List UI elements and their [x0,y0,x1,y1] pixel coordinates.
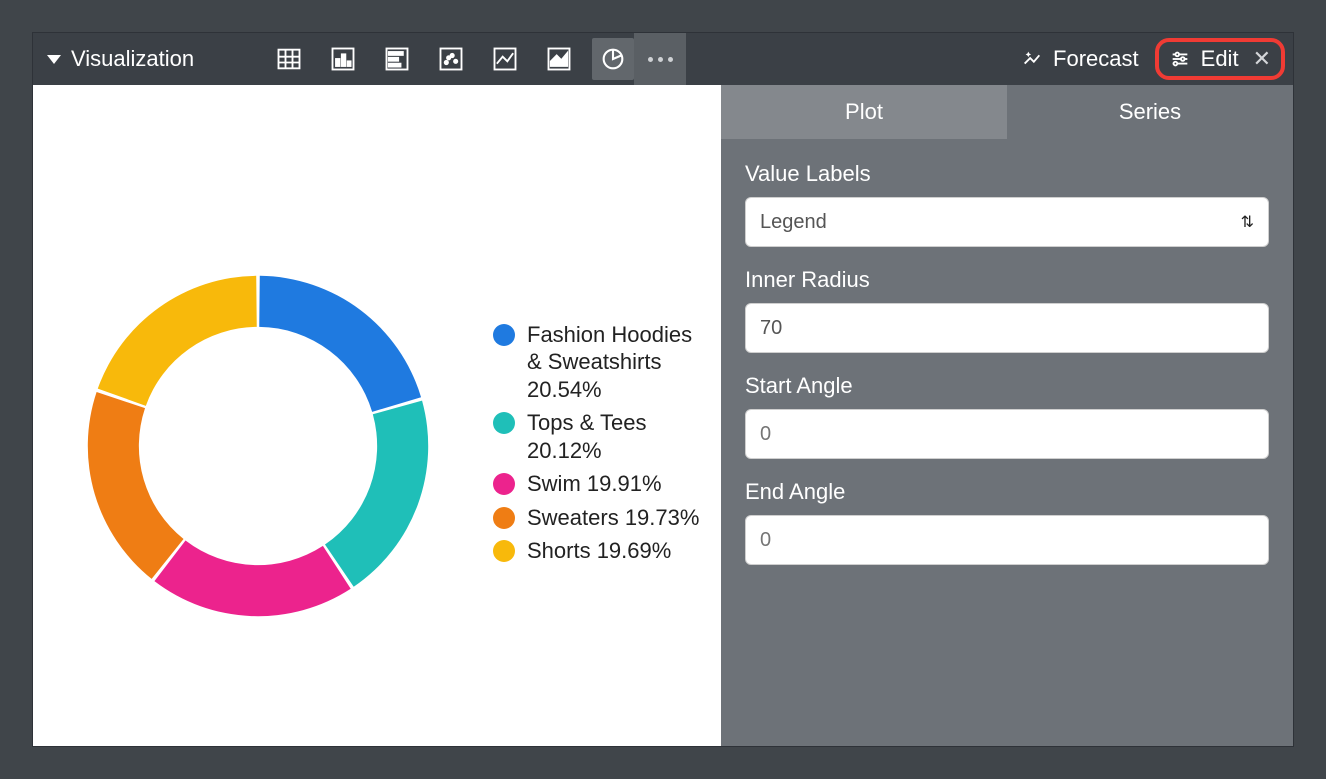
panel-title: Visualization [71,46,194,72]
tune-icon [1169,48,1191,70]
legend-item[interactable]: Swim 19.91% [493,470,703,498]
tab-plot-label: Plot [845,99,883,125]
vis-type-bar[interactable] [376,38,418,80]
edit-label: Edit [1201,46,1239,72]
line-chart-icon [491,45,519,73]
vis-type-table[interactable] [268,38,310,80]
legend-swatch [493,324,515,346]
legend-swatch [493,473,515,495]
inner-radius-label: Inner Radius [745,267,1269,293]
value-labels-value: Legend [760,211,827,234]
forecast-label: Forecast [1053,46,1139,72]
legend-label: Shorts 19.69% [527,537,671,565]
value-labels-select[interactable]: Legend ⇅ [745,197,1269,247]
updown-icon: ⇅ [1241,212,1254,232]
legend-label: Sweaters 19.73% [527,504,699,532]
legend-label: Tops & Tees 20.12% [527,409,703,464]
tab-plot[interactable]: Plot [721,85,1007,139]
forecast-button[interactable]: Forecast [1005,46,1155,72]
bar-chart-icon [383,45,411,73]
close-icon[interactable]: ✕ [1253,46,1271,72]
caret-down-icon [47,55,61,64]
legend-swatch [493,507,515,529]
start-angle-input[interactable] [745,409,1269,459]
legend-item[interactable]: Fashion Hoodies & Sweatshirts 20.54% [493,321,703,404]
vis-type-pie[interactable] [592,38,634,80]
panel-title-group[interactable]: Visualization [33,46,208,72]
area-chart-icon [545,45,573,73]
table-icon [275,45,303,73]
more-vis-types-button[interactable] [634,33,686,85]
forecast-icon [1021,48,1043,70]
start-angle-label: Start Angle [745,373,1269,399]
chart-area: Fashion Hoodies & Sweatshirts 20.54%Tops… [33,85,721,746]
legend-item[interactable]: Sweaters 19.73% [493,504,703,532]
vis-type-column[interactable] [322,38,364,80]
edit-button[interactable]: Edit ✕ [1155,38,1285,80]
vis-type-line[interactable] [484,38,526,80]
donut-chart [73,261,443,631]
more-icon [648,57,673,62]
legend-item[interactable]: Tops & Tees 20.12% [493,409,703,464]
inner-radius-field[interactable] [760,317,1254,340]
inner-radius-input[interactable] [745,303,1269,353]
donut-slice[interactable] [154,540,350,616]
config-panel: Plot Series Value Labels Legend ⇅ Inner … [721,85,1293,746]
legend-label: Fashion Hoodies & Sweatshirts 20.54% [527,321,703,404]
legend-label: Swim 19.91% [527,470,662,498]
tab-series[interactable]: Series [1007,85,1293,139]
donut-slice[interactable] [325,400,428,586]
end-angle-input[interactable] [745,515,1269,565]
legend-item[interactable]: Shorts 19.69% [493,537,703,565]
value-labels-label: Value Labels [745,161,1269,187]
end-angle-field[interactable] [760,529,1254,552]
scatter-chart-icon [437,45,465,73]
vis-type-area[interactable] [538,38,580,80]
end-angle-label: End Angle [745,479,1269,505]
column-chart-icon [329,45,357,73]
legend-swatch [493,412,515,434]
start-angle-field[interactable] [760,423,1254,446]
legend-swatch [493,540,515,562]
donut-slice[interactable] [98,275,257,405]
donut-slice[interactable] [259,275,421,411]
toolbar: Visualization [33,33,1293,85]
tab-series-label: Series [1119,99,1181,125]
pie-chart-icon [599,45,627,73]
vis-type-scatter[interactable] [430,38,472,80]
chart-legend: Fashion Hoodies & Sweatshirts 20.54%Tops… [493,321,703,571]
visualization-panel: Visualization [32,32,1294,747]
donut-slice[interactable] [88,391,184,578]
